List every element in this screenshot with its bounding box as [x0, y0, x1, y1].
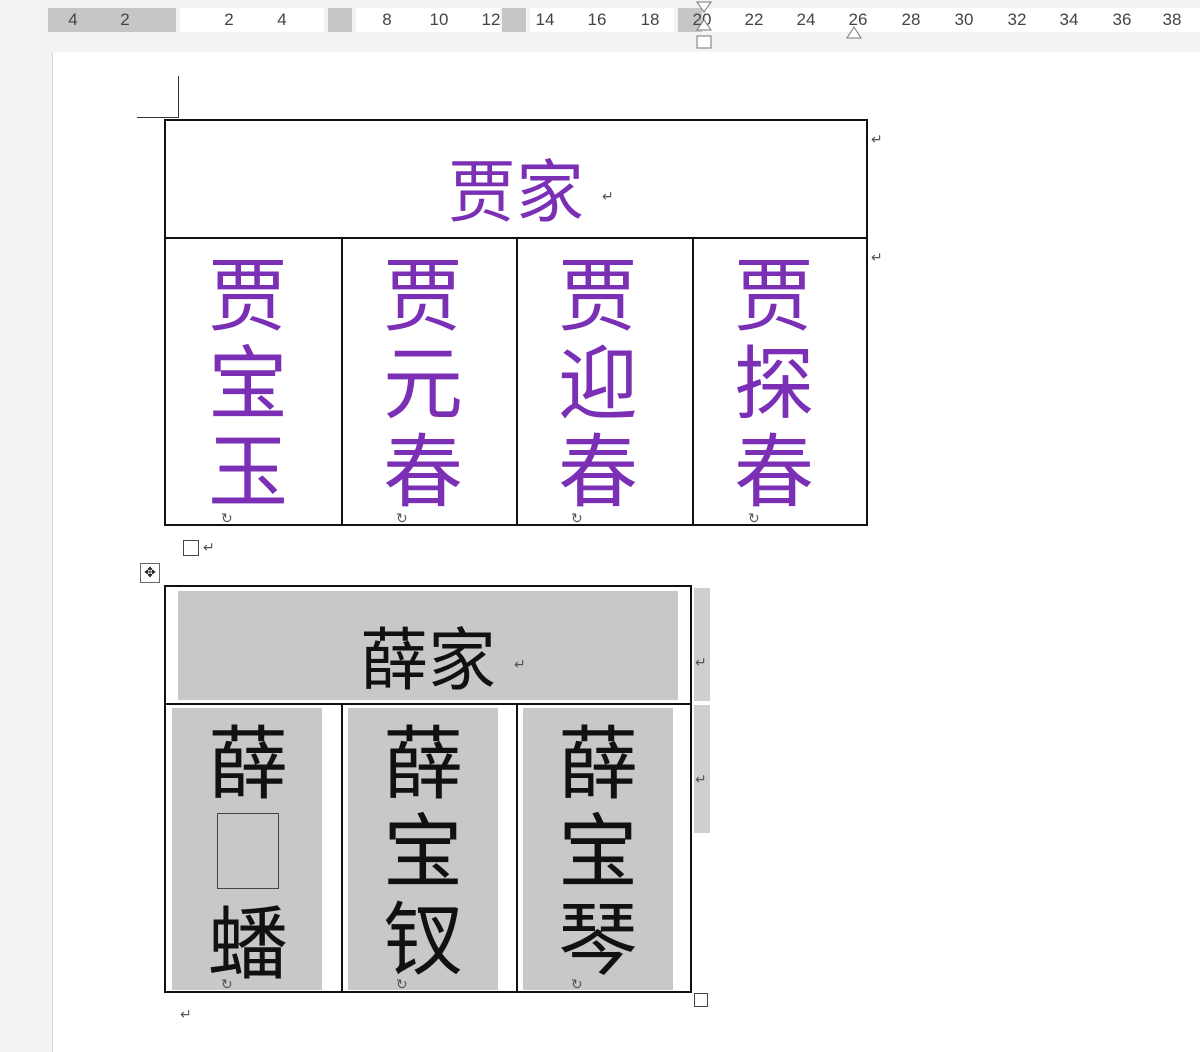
- ruler-number: 22: [744, 10, 764, 29]
- name-char: 薛: [208, 718, 288, 811]
- indent-marker-icon[interactable]: [694, 0, 714, 50]
- table-column-divider: [516, 703, 518, 991]
- ruler-number: 2: [120, 10, 130, 29]
- missing-glyph-box: [198, 813, 298, 901]
- paragraph-mark: ↵: [180, 1007, 192, 1023]
- ruler-number: 30: [954, 10, 974, 29]
- jia-name-cell[interactable]: 贾 宝 玉: [198, 253, 298, 517]
- horizontal-ruler[interactable]: 4 2 2 4 8 10 12 14 16 18 20 22 24 26 28 …: [0, 0, 1200, 49]
- xue-name-cell[interactable]: 薛 宝 琴: [548, 721, 648, 985]
- table-resize-handle[interactable]: [694, 993, 708, 1007]
- paragraph-mark: ↵: [514, 657, 526, 673]
- empty-paragraph-box: [183, 540, 199, 556]
- ruler-gap-1: [328, 8, 352, 32]
- row-end-shading: [694, 705, 710, 833]
- row-end-mark: ↵: [695, 655, 707, 671]
- ruler-number: 24: [796, 10, 816, 29]
- jia-name-cell[interactable]: 贾 元 春: [373, 253, 473, 517]
- xue-name-cell[interactable]: 薛 蟠: [198, 721, 298, 989]
- tab-stop-marker-icon[interactable]: [845, 24, 863, 40]
- xue-table-title[interactable]: 薛家: [166, 605, 690, 704]
- table-column-divider: [692, 237, 694, 524]
- xue-name-cell[interactable]: 薛 宝 钗: [373, 721, 473, 985]
- name-char: 贾: [558, 250, 638, 343]
- crop-mark-horizontal: [137, 117, 179, 118]
- name-char: 贾: [734, 250, 814, 343]
- ruler-number: 34: [1059, 10, 1079, 29]
- paragraph-mark: ↵: [203, 540, 215, 556]
- cell-end-mark: ↻: [396, 977, 408, 993]
- name-char: 贾: [208, 250, 288, 343]
- ruler-number: 14: [535, 10, 555, 29]
- name-char: 薛: [383, 718, 463, 811]
- name-char: 蟠: [208, 898, 288, 991]
- ruler-number: 2: [224, 10, 234, 29]
- table-move-handle-icon[interactable]: ✥: [140, 563, 160, 583]
- ruler-number: 18: [640, 10, 660, 29]
- ruler-number: 28: [901, 10, 921, 29]
- row-end-mark: ↵: [871, 250, 883, 266]
- ruler-number: 16: [587, 10, 607, 29]
- name-char: 春: [734, 426, 814, 519]
- ruler-number: 32: [1007, 10, 1027, 29]
- name-char: 春: [383, 426, 463, 519]
- name-char: 钗: [383, 894, 463, 987]
- paragraph-mark: ↵: [602, 189, 614, 205]
- name-char: 宝: [208, 338, 288, 431]
- table-column-divider: [341, 237, 343, 524]
- name-char: 探: [734, 338, 814, 431]
- name-char: 薛: [558, 718, 638, 811]
- ruler-number: 38: [1162, 10, 1182, 29]
- name-char: 宝: [383, 806, 463, 899]
- name-char: 迎: [558, 338, 638, 431]
- cell-end-mark: ↻: [221, 511, 233, 527]
- cell-end-mark: ↻: [571, 977, 583, 993]
- row-end-mark: ↵: [871, 132, 883, 148]
- name-char: 贾: [383, 250, 463, 343]
- row-end-mark: ↵: [695, 772, 707, 788]
- jia-name-cell[interactable]: 贾 探 春: [724, 253, 824, 517]
- name-char: 琴: [558, 894, 638, 987]
- cell-end-mark: ↻: [748, 511, 760, 527]
- name-char: 元: [383, 338, 463, 431]
- cell-end-mark: ↻: [571, 511, 583, 527]
- name-char: 宝: [558, 806, 638, 899]
- table-column-divider: [516, 237, 518, 524]
- name-char: 玉: [208, 426, 288, 519]
- row-end-shading: [694, 588, 710, 701]
- ruler-column-1: [180, 8, 324, 32]
- ruler-number: 10: [429, 10, 449, 29]
- jia-table-title[interactable]: 贾家: [166, 137, 866, 236]
- xue-family-table[interactable]: 薛家 薛 蟠 薛 宝 钗 薛 宝 琴 ↵ ↻ ↻ ↻: [164, 585, 692, 993]
- jia-family-table[interactable]: 贾家 贾 宝 玉 贾 元 春 贾 迎 春 贾 探 春 ↵ ↻ ↻ ↻ ↻: [164, 119, 868, 527]
- jia-name-cell[interactable]: 贾 迎 春: [548, 253, 648, 517]
- ruler-number: 12: [481, 10, 501, 29]
- table-column-divider: [341, 703, 343, 991]
- name-char: 春: [558, 426, 638, 519]
- ruler-number: 4: [277, 10, 287, 29]
- ruler-number: 36: [1112, 10, 1132, 29]
- cell-end-mark: ↻: [221, 977, 233, 993]
- ruler-number: 4: [68, 10, 78, 29]
- crop-mark-vertical: [178, 76, 179, 118]
- cell-end-mark: ↻: [396, 511, 408, 527]
- ruler-number: 8: [382, 10, 392, 29]
